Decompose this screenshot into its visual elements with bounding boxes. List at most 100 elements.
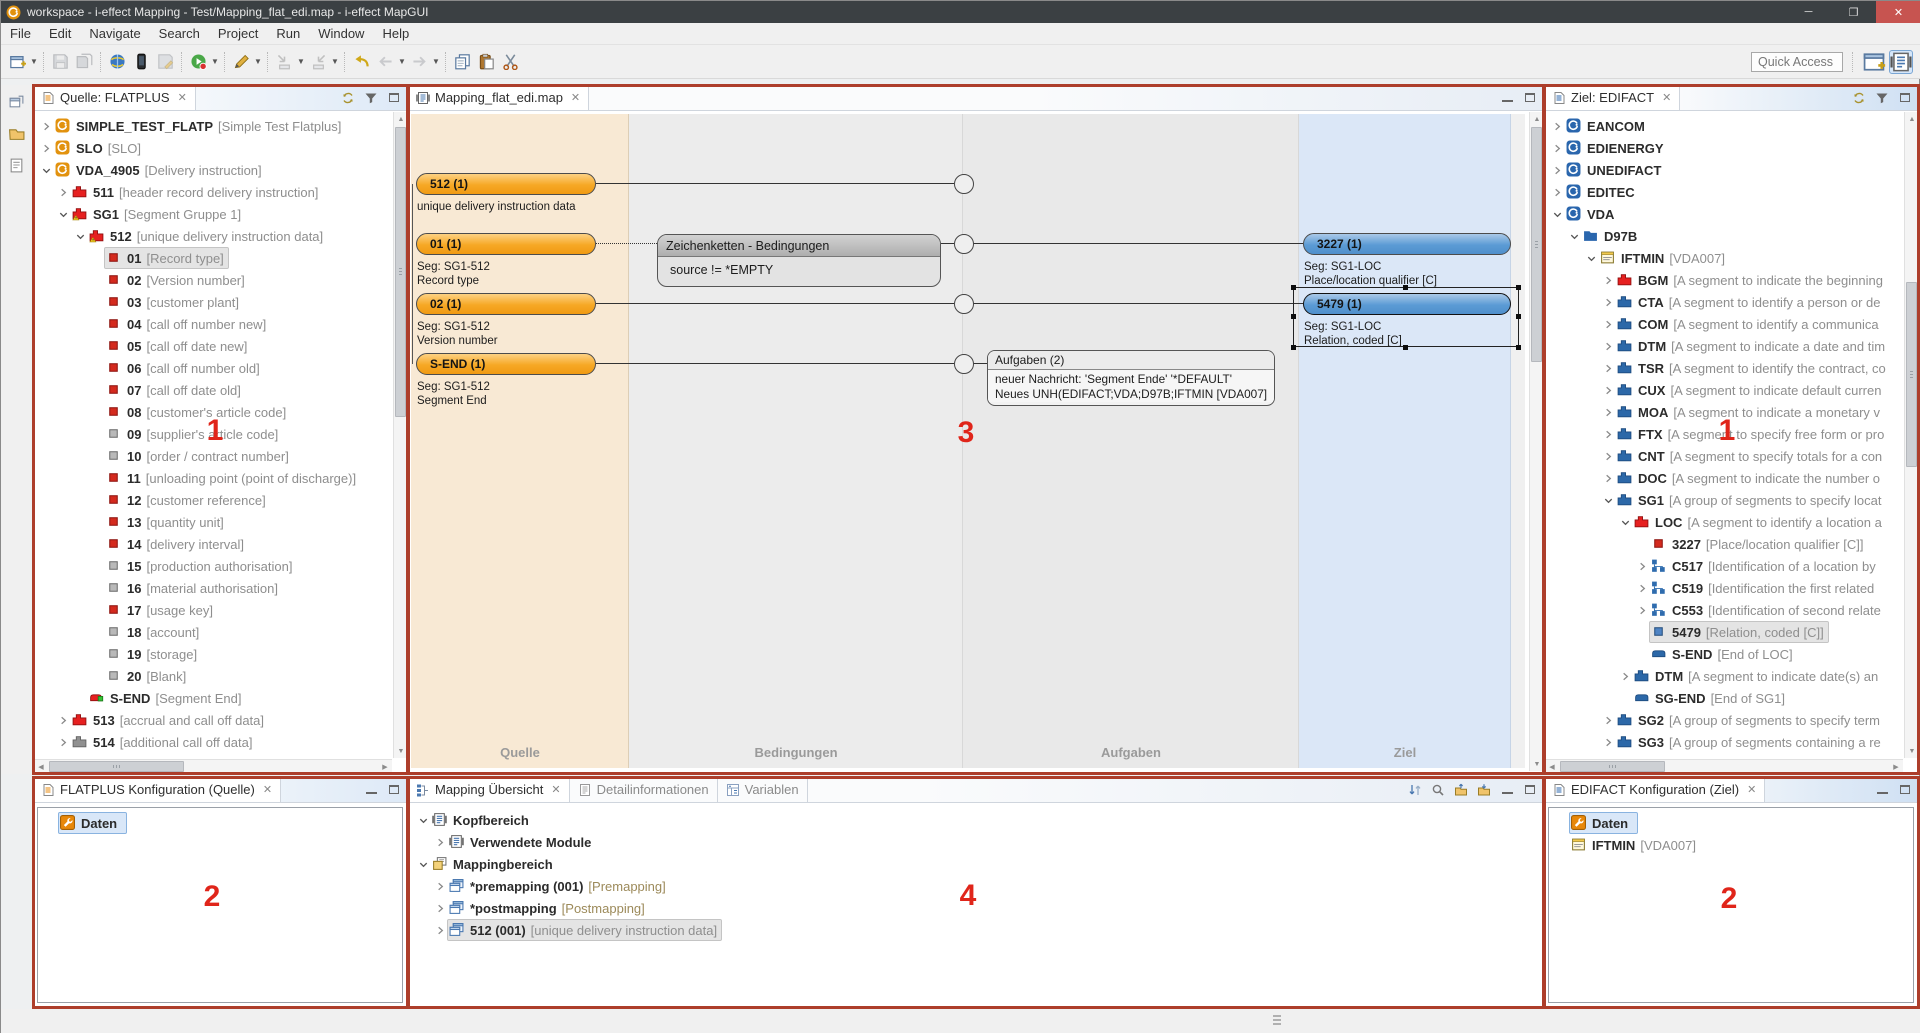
sort-icon[interactable]: [1407, 782, 1423, 798]
export-icon[interactable]: [306, 50, 330, 74]
expander-collapsed-icon[interactable]: [1601, 363, 1616, 374]
expander-expanded-icon[interactable]: [73, 231, 88, 242]
maximize-icon[interactable]: [1897, 782, 1913, 798]
tree-row--postmapping[interactable]: *postmapping[Postmapping]: [414, 897, 1538, 919]
filter-icon[interactable]: [363, 90, 379, 106]
menu-run[interactable]: Run: [267, 23, 309, 45]
selection-handle[interactable]: [1516, 314, 1521, 319]
node-512[interactable]: 512 (1): [416, 173, 596, 195]
node-3227[interactable]: 3227 (1): [1303, 233, 1511, 255]
tab-mapping-uebersicht[interactable]: Mapping Übersicht ✕: [408, 777, 570, 802]
filter-icon[interactable]: [1874, 90, 1890, 106]
close-icon[interactable]: ✕: [1747, 783, 1756, 796]
expander-expanded-icon[interactable]: [1618, 517, 1633, 528]
back-icon[interactable]: [373, 50, 397, 74]
node-02[interactable]: 02 (1): [416, 293, 596, 315]
tree-row-512-001-[interactable]: 512 (001)[unique delivery instruction da…: [414, 919, 1538, 941]
tree-row-dtm[interactable]: DTM[A segment to indicate date(s) an: [1548, 665, 1901, 687]
minimize-icon[interactable]: [1499, 90, 1515, 106]
tree-row-tsr[interactable]: TSR[A segment to identify the contract, …: [1548, 357, 1901, 379]
tree-row-01[interactable]: 01[Record type]: [37, 247, 390, 269]
minimize-icon[interactable]: [363, 782, 379, 798]
tree-row-doc[interactable]: DOC[A segment to indicate the number o: [1548, 467, 1901, 489]
tree-row-verwendete-module[interactable]: Verwendete Module: [414, 831, 1538, 853]
minimize-icon[interactable]: [1874, 782, 1890, 798]
expander-collapsed-icon[interactable]: [1601, 297, 1616, 308]
close-icon[interactable]: ✕: [178, 91, 187, 104]
expand-all-icon[interactable]: [1476, 782, 1492, 798]
expander-collapsed-icon[interactable]: [39, 143, 54, 154]
tree-row-06[interactable]: 06[call off number old]: [37, 357, 390, 379]
menu-edit[interactable]: Edit: [40, 23, 80, 45]
tree-row-iftmin[interactable]: IFTMIN[VDA007]: [1548, 247, 1901, 269]
save-all-icon[interactable]: [72, 50, 96, 74]
expander-expanded-icon[interactable]: [1550, 209, 1565, 220]
export-dropdown-icon[interactable]: ▼: [330, 50, 340, 74]
editor-vertical-scrollbar[interactable]: ▲ ▼: [1529, 112, 1543, 771]
tree-row-sg2[interactable]: SG2[A group of segments to specify term: [1548, 709, 1901, 731]
node-01[interactable]: 01 (1): [416, 233, 596, 255]
expander-collapsed-icon[interactable]: [1550, 121, 1565, 132]
copy-icon[interactable]: [450, 50, 474, 74]
tree-row-c553[interactable]: C553[Identification of second relate: [1548, 599, 1901, 621]
expander-expanded-icon[interactable]: [56, 209, 71, 220]
expander-collapsed-icon[interactable]: [433, 903, 448, 914]
connector-circle-512[interactable]: [954, 174, 974, 194]
tree-row-edienergy[interactable]: EDIENERGY: [1548, 137, 1901, 159]
menu-help[interactable]: Help: [373, 23, 418, 45]
open-perspective-icon[interactable]: [1862, 50, 1886, 74]
tab-variablen[interactable]: Variablen: [718, 777, 808, 802]
selection-handle[interactable]: [1516, 285, 1521, 290]
run-icon[interactable]: [186, 50, 210, 74]
tree-row-com[interactable]: COM[A segment to identify a communica: [1548, 313, 1901, 335]
close-icon[interactable]: ✕: [263, 783, 272, 796]
expander-collapsed-icon[interactable]: [1601, 715, 1616, 726]
tab-ziel-edifact[interactable]: Ziel: EDIFACT ✕: [1544, 85, 1680, 110]
maximize-icon[interactable]: [1522, 90, 1538, 106]
expander-collapsed-icon[interactable]: [1601, 451, 1616, 462]
tree-row-c519[interactable]: C519[Identification the first related: [1548, 577, 1901, 599]
tree-row-sg-end[interactable]: SG-END[End of SG1]: [1548, 687, 1901, 709]
expander-collapsed-icon[interactable]: [1635, 583, 1650, 594]
tree-row-daten[interactable]: Daten: [42, 812, 398, 834]
forward-icon[interactable]: [407, 50, 431, 74]
quick-access-input[interactable]: Quick Access: [1751, 52, 1843, 72]
tree-row-unedifact[interactable]: UNEDIFACT: [1548, 159, 1901, 181]
expander-collapsed-icon[interactable]: [1601, 429, 1616, 440]
tab-mapping-flat-edi-map[interactable]: Mapping_flat_edi.map ✕: [408, 85, 589, 110]
selection-handle[interactable]: [1403, 285, 1408, 290]
menu-window[interactable]: Window: [309, 23, 373, 45]
tree-row-simple-test-flatp[interactable]: SIMPLE_TEST_FLATP[Simple Test Flatplus]: [37, 115, 390, 137]
expander-collapsed-icon[interactable]: [1618, 671, 1633, 682]
tree-row-5479[interactable]: 5479[Relation, coded [C]]: [1548, 621, 1901, 643]
source-vertical-scrollbar[interactable]: ▲ ▼: [393, 112, 407, 758]
pen-dropdown-icon[interactable]: ▼: [253, 50, 263, 74]
expander-collapsed-icon[interactable]: [1635, 605, 1650, 616]
expander-expanded-icon[interactable]: [416, 815, 431, 826]
tree-row--premapping-001-[interactable]: *premapping (001)[Premapping]: [414, 875, 1538, 897]
minimize-window-button[interactable]: ─: [1786, 1, 1831, 23]
tree-row-vda-4905[interactable]: VDA_4905[Delivery instruction]: [37, 159, 390, 181]
paste-icon[interactable]: [474, 50, 498, 74]
tree-row-14[interactable]: 14[delivery interval]: [37, 533, 390, 555]
node-send[interactable]: S-END (1): [416, 353, 596, 375]
selection-handle[interactable]: [1516, 345, 1521, 350]
outline-icon[interactable]: [8, 157, 25, 179]
tree-row-3227[interactable]: 3227[Place/location qualifier [C]]: [1548, 533, 1901, 555]
save-icon[interactable]: [48, 50, 72, 74]
target-vertical-scrollbar[interactable]: ▲ ▼: [1904, 112, 1918, 758]
tree-row-dtm[interactable]: DTM[A segment to indicate a date and tim: [1548, 335, 1901, 357]
menu-search[interactable]: Search: [150, 23, 209, 45]
tree-row-d97b[interactable]: D97B: [1548, 225, 1901, 247]
new-wizard-icon[interactable]: [5, 50, 29, 74]
tree-row-kopfbereich[interactable]: Kopfbereich: [414, 809, 1538, 831]
tree-row-cnt[interactable]: CNT[A segment to specify totals for a co…: [1548, 445, 1901, 467]
web-icon[interactable]: [105, 50, 129, 74]
tree-row-sg1[interactable]: SG1[Segment Gruppe 1]: [37, 203, 390, 225]
maximize-icon[interactable]: [1897, 90, 1913, 106]
connector-circle-send[interactable]: [954, 354, 974, 374]
close-icon[interactable]: ✕: [571, 91, 580, 104]
tree-row-mappingbereich[interactable]: Mappingbereich: [414, 853, 1538, 875]
tree-row-09[interactable]: 09[supplier's article code]: [37, 423, 390, 445]
task-box[interactable]: Aufgaben (2) neuer Nachricht: 'Segment E…: [987, 350, 1275, 406]
